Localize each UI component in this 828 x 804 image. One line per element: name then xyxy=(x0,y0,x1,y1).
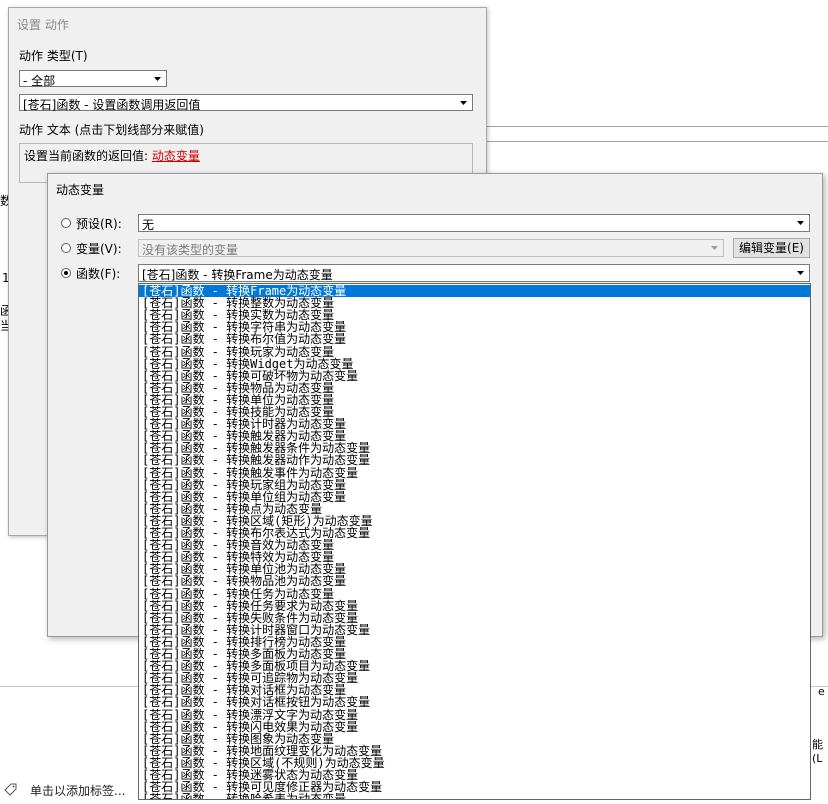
dynamic-variable-link[interactable]: 动态变量 xyxy=(152,149,200,163)
preset-select[interactable]: 无 xyxy=(138,214,810,232)
action-category-value: - 全部 xyxy=(23,74,56,88)
bg-text-fragment: e xyxy=(818,685,825,698)
dropdown-item[interactable]: [苍石]函数 - 转换任务要求为动态变量 xyxy=(139,600,810,612)
chevron-down-icon[interactable] xyxy=(150,72,165,85)
bg-divider xyxy=(485,126,828,127)
add-tag-hint[interactable]: 单击以添加标签... xyxy=(30,782,125,799)
function-select[interactable]: [苍石]函数 - 转换Frame为动态变量 xyxy=(138,264,810,282)
dropdown-item[interactable]: [苍石]函数 - 转换物品为动态变量 xyxy=(139,382,810,394)
chevron-down-icon[interactable] xyxy=(793,216,808,229)
dropdown-item[interactable]: [苍石]函数 - 转换漂浮文字为动态变量 xyxy=(139,709,810,721)
dropdown-item[interactable]: [苍石]函数 - 转换玩家组为动态变量 xyxy=(139,479,810,491)
dropdown-item[interactable]: [苍石]函数 - 转换对话框按钮为动态变量 xyxy=(139,696,810,708)
function-radio[interactable] xyxy=(61,268,71,278)
dialog-title: 设置 动作 xyxy=(17,18,69,32)
action-text-label: 动作 文本 (点击下划线部分来赋值) xyxy=(19,123,204,137)
dropdown-item[interactable]: [苍石]函数 - 转换地面纹理变化为动态变量 xyxy=(139,745,810,757)
dropdown-item[interactable]: [苍石]函数 - 转换单位组为动态变量 xyxy=(139,491,810,503)
preset-radio[interactable] xyxy=(61,218,71,228)
dropdown-item[interactable]: [苍石]函数 - 转换闪电效果为动态变量 xyxy=(139,721,810,733)
variable-value: 没有该类型的变量 xyxy=(142,243,239,257)
action-value: [苍石]函数 - 设置函数调用返回值 xyxy=(23,98,201,112)
dropdown-item[interactable]: [苍石]函数 - 转换可破坏物为动态变量 xyxy=(139,370,810,382)
tag-icon[interactable] xyxy=(4,783,17,796)
function-value: [苍石]函数 - 转换Frame为动态变量 xyxy=(142,268,333,282)
dropdown-item[interactable]: [苍石]函数 - 转换计时器窗口为动态变量 xyxy=(139,624,810,636)
edit-variable-button[interactable]: 编辑变量(E) xyxy=(733,238,810,258)
dialog-title: 动态变量 xyxy=(56,183,105,197)
chevron-down-icon[interactable] xyxy=(793,266,808,279)
dropdown-item[interactable]: [苍石]函数 - 转换布尔值为动态变量 xyxy=(139,333,810,345)
variable-radio[interactable] xyxy=(61,243,71,253)
dropdown-item[interactable]: [苍石]函数 - 转换失败条件为动态变量 xyxy=(139,612,810,624)
chevron-down-icon[interactable] xyxy=(456,96,471,109)
dropdown-item[interactable]: [苍石]函数 - 转换点为动态变量 xyxy=(139,503,810,515)
action-text: 设置当前函数的返回值: 动态变量 xyxy=(24,147,200,164)
preset-value: 无 xyxy=(142,218,155,232)
bg-divider xyxy=(485,141,828,142)
action-select[interactable]: [苍石]函数 - 设置函数调用返回值 xyxy=(19,94,473,112)
action-text-prefix: 设置当前函数的返回值: xyxy=(24,149,152,163)
dropdown-item[interactable]: [苍石]函数 - 转换触发事件为动态变量 xyxy=(139,467,810,479)
variable-label: 变量(V): xyxy=(76,242,122,256)
chevron-down-icon[interactable] xyxy=(707,241,722,254)
function-dropdown-list[interactable]: [苍石]函数 - 转换Frame为动态变量 [苍石]函数 - 转换整数为动态变量[… xyxy=(138,283,811,800)
dropdown-item[interactable]: [苍石]函数 - 转换玩家为动态变量 xyxy=(139,346,810,358)
bg-text-fragment: 能(L xyxy=(812,738,823,765)
dropdown-item[interactable]: [苍石]函数 - 转换Widget为动态变量 xyxy=(139,358,810,370)
function-label: 函数(F): xyxy=(76,267,121,281)
dropdown-item[interactable]: [苍石]函数 - 转换哈希表为动态变量 xyxy=(139,793,810,799)
dropdown-item[interactable]: [苍石]函数 - 转换图象为动态变量 xyxy=(139,733,810,745)
action-type-label: 动作 类型(T) xyxy=(19,49,88,63)
action-category-select[interactable]: - 全部 xyxy=(19,70,167,88)
variable-select[interactable]: 没有该类型的变量 xyxy=(138,239,724,257)
dropdown-item[interactable]: [苍石]函数 - 转换触发器动作为动态变量 xyxy=(139,454,810,466)
preset-label: 预设(R): xyxy=(76,217,122,231)
dropdown-item[interactable]: [苍石]函数 - 转换任务为动态变量 xyxy=(139,588,810,600)
dropdown-item[interactable]: [苍石]函数 - 转换物品池为动态变量 xyxy=(139,575,810,587)
